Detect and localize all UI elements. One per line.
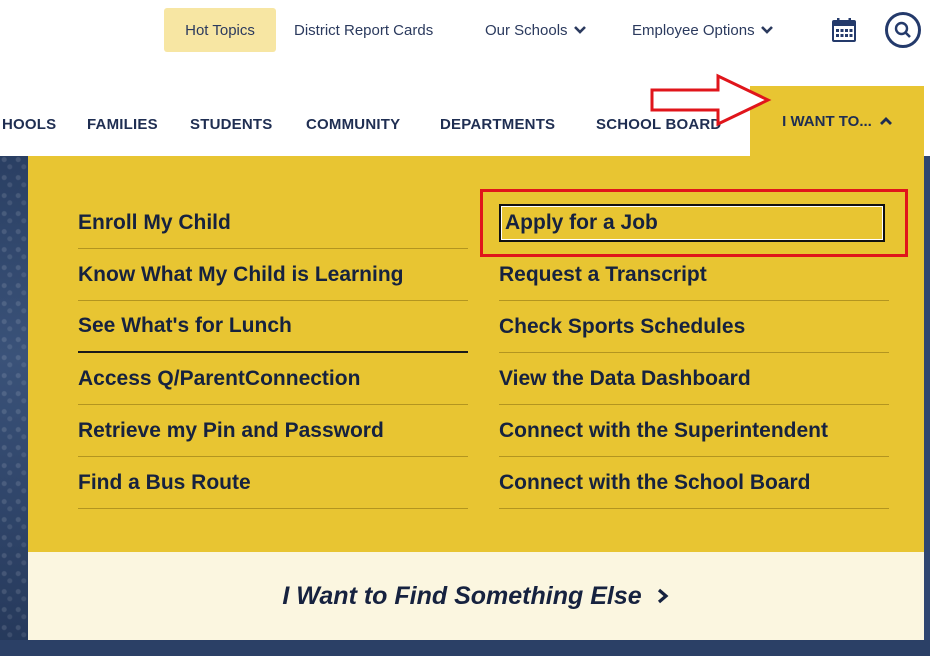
hot-topics-link[interactable]: Hot Topics: [164, 8, 276, 52]
menu-link-connect-school-board[interactable]: Connect with the School Board: [499, 457, 889, 509]
nav-item-i-want-to[interactable]: I WANT TO...: [750, 86, 924, 156]
search-icon: [894, 21, 911, 38]
i-want-to-label: I WANT TO...: [782, 112, 872, 130]
menu-link-see-whats-for-lunch[interactable]: See What's for Lunch: [78, 301, 468, 353]
annotation-arrow-icon: [650, 73, 772, 127]
nav-item-community[interactable]: COMMUNITY: [306, 116, 400, 133]
chevron-down-icon: [760, 26, 773, 34]
menu-link-view-data-dashboard[interactable]: View the Data Dashboard: [499, 353, 889, 405]
menu-link-check-sports-schedules[interactable]: Check Sports Schedules: [499, 301, 889, 353]
search-button[interactable]: [885, 12, 921, 48]
chevron-right-icon: [657, 588, 669, 604]
main-navigation: HOOLS FAMILIES STUDENTS COMMUNITY DEPART…: [0, 86, 930, 156]
menu-link-enroll-my-child[interactable]: Enroll My Child: [78, 197, 468, 249]
employee-options-label: Employee Options: [632, 21, 755, 39]
hero-background-right: [924, 156, 930, 656]
menu-link-retrieve-pin-password[interactable]: Retrieve my Pin and Password: [78, 405, 468, 457]
chevron-up-icon: [879, 117, 892, 125]
hero-background-bottom: [0, 640, 930, 656]
calendar-icon[interactable]: [832, 18, 856, 42]
menu-link-access-q-parentconnection[interactable]: Access Q/ParentConnection: [78, 353, 468, 405]
find-something-else-label: I Want to Find Something Else: [282, 581, 642, 610]
our-schools-label: Our Schools: [485, 21, 568, 39]
nav-item-families[interactable]: FAMILIES: [87, 116, 158, 133]
hero-background: [0, 156, 28, 656]
employee-options-menu[interactable]: Employee Options: [632, 8, 773, 52]
menu-link-find-bus-route[interactable]: Find a Bus Route: [78, 457, 468, 509]
menu-link-connect-superintendent[interactable]: Connect with the Superintendent: [499, 405, 889, 457]
find-something-else-button[interactable]: I Want to Find Something Else: [28, 552, 924, 640]
nav-item-departments[interactable]: DEPARTMENTS: [440, 116, 555, 133]
menu-link-know-what-my-child-is-learning[interactable]: Know What My Child is Learning: [78, 249, 468, 301]
nav-item-students[interactable]: STUDENTS: [190, 116, 272, 133]
our-schools-menu[interactable]: Our Schools: [485, 8, 586, 52]
chevron-down-icon: [573, 26, 586, 34]
utility-bar: Hot Topics District Report Cards Our Sch…: [0, 0, 930, 62]
annotation-highlight-box: [480, 189, 908, 257]
nav-item-schools[interactable]: HOOLS: [2, 116, 56, 133]
district-report-cards-link[interactable]: District Report Cards: [294, 8, 433, 52]
